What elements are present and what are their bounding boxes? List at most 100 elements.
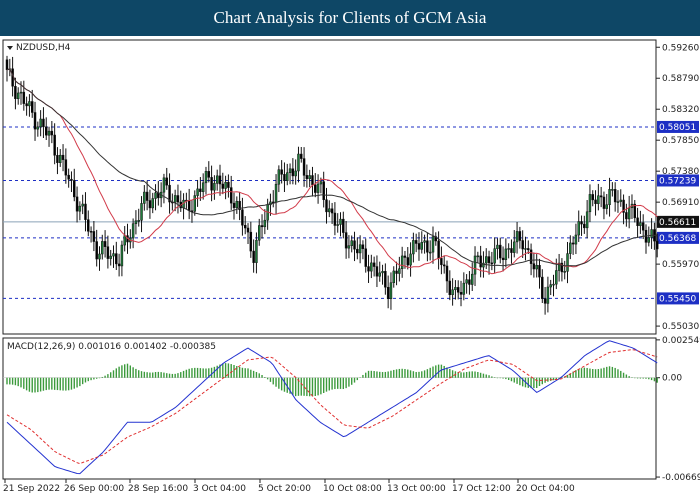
bullish-candle xyxy=(378,272,381,277)
symbol-label: NZDUSD,H4 xyxy=(16,43,71,53)
bearish-candle xyxy=(221,183,225,189)
bearish-candle xyxy=(117,263,121,267)
bullish-candle xyxy=(173,195,177,203)
bearish-candle xyxy=(353,240,356,250)
bearish-candle xyxy=(361,244,365,250)
bullish-candle xyxy=(611,189,614,191)
bullish-candle xyxy=(577,221,580,236)
bearish-candle xyxy=(599,195,603,198)
bullish-candle xyxy=(470,273,474,285)
bearish-candle xyxy=(53,134,56,156)
bullish-candle xyxy=(215,175,219,184)
bullish-candle xyxy=(431,236,435,253)
bullish-candle xyxy=(504,248,508,261)
bearish-candle xyxy=(375,266,379,277)
bearish-candle xyxy=(479,255,482,268)
bearish-candle xyxy=(395,270,398,274)
price-tick-label: 0.55970 xyxy=(662,260,699,270)
bullish-candle xyxy=(462,282,466,295)
bullish-candle xyxy=(647,237,651,243)
bearish-candle xyxy=(145,191,149,201)
bullish-candle xyxy=(39,118,42,128)
price-tick-label: 0.56910 xyxy=(662,198,699,208)
bullish-candle xyxy=(473,255,477,275)
bullish-candle xyxy=(507,248,510,250)
bearish-candle xyxy=(252,250,255,263)
bearish-candle xyxy=(106,246,110,259)
bearish-candle xyxy=(280,169,283,175)
bearish-candle xyxy=(417,243,421,250)
bullish-candle xyxy=(274,183,278,203)
bearish-candle xyxy=(56,155,59,163)
bullish-candle xyxy=(277,169,281,185)
bearish-candle xyxy=(330,208,334,214)
bullish-candle xyxy=(98,253,101,260)
bullish-candle xyxy=(131,223,135,239)
bearish-candle xyxy=(325,199,328,213)
bearish-candle xyxy=(414,240,418,244)
bearish-candle xyxy=(302,158,306,176)
bullish-candle xyxy=(619,199,622,202)
price-tick-label: 0.55030 xyxy=(662,322,699,332)
bullish-candle xyxy=(546,286,550,304)
price-tick-label: 0.57850 xyxy=(662,136,699,146)
macd-pane-frame xyxy=(2,337,657,480)
macd-indicator-label: MACD(12,26,9) 0.001016 0.001402 -0.00038… xyxy=(7,342,216,352)
bullish-candle xyxy=(255,239,258,263)
bearish-candle xyxy=(403,255,407,258)
x-axis-label: 21 Sep 2022 xyxy=(3,484,60,494)
bullish-candle xyxy=(28,101,31,107)
level-label: 0.56368 xyxy=(659,234,696,244)
bullish-candle xyxy=(513,241,516,253)
bearish-candle xyxy=(50,130,54,136)
bearish-candle xyxy=(625,212,628,220)
bullish-candle xyxy=(151,198,154,209)
bearish-candle xyxy=(499,244,502,259)
bullish-candle xyxy=(563,271,566,273)
bullish-candle xyxy=(193,195,197,212)
bullish-candle xyxy=(381,271,384,274)
bullish-candle xyxy=(574,234,578,245)
bullish-candle xyxy=(137,220,140,222)
bullish-candle xyxy=(134,220,138,225)
price-chart[interactable]: 0.592600.587900.583200.578500.573800.569… xyxy=(0,36,700,500)
bearish-candle xyxy=(602,196,606,209)
bearish-candle xyxy=(75,196,79,212)
bullish-candle xyxy=(47,130,51,136)
x-axis-label: 13 Oct 00:00 xyxy=(387,484,446,494)
current-price-label: 0.56611 xyxy=(659,218,696,228)
bullish-candle xyxy=(608,189,611,206)
bullish-candle xyxy=(549,284,552,288)
bearish-candle xyxy=(532,263,536,270)
bullish-candle xyxy=(120,244,124,267)
bearish-candle xyxy=(103,241,107,247)
bearish-candle xyxy=(541,276,544,299)
bearish-candle xyxy=(73,180,76,198)
bullish-candle xyxy=(515,231,519,243)
bullish-candle xyxy=(347,245,351,249)
bearish-candle xyxy=(229,187,233,204)
bearish-candle xyxy=(260,225,264,228)
bullish-candle xyxy=(319,181,323,185)
bullish-candle xyxy=(201,182,205,192)
bullish-candle xyxy=(101,241,104,255)
bearish-candle xyxy=(521,240,524,250)
bullish-candle xyxy=(370,262,373,272)
bullish-candle xyxy=(294,170,297,177)
bearish-candle xyxy=(367,266,370,272)
bearish-candle xyxy=(456,287,460,293)
bullish-candle xyxy=(389,282,393,299)
bullish-candle xyxy=(297,153,300,172)
x-axis-label: 5 Oct 20:00 xyxy=(258,484,311,494)
x-axis-label: 28 Sep 16:00 xyxy=(128,484,188,494)
bullish-candle xyxy=(224,182,227,189)
bearish-candle xyxy=(33,112,37,130)
macd-tick-label: -0.006694 xyxy=(662,473,700,483)
bearish-candle xyxy=(372,262,376,267)
bullish-candle xyxy=(59,154,62,163)
bullish-candle xyxy=(535,265,538,270)
bullish-candle xyxy=(650,229,653,238)
bearish-candle xyxy=(459,292,463,295)
bearish-candle xyxy=(45,126,48,136)
bullish-candle xyxy=(109,255,112,259)
